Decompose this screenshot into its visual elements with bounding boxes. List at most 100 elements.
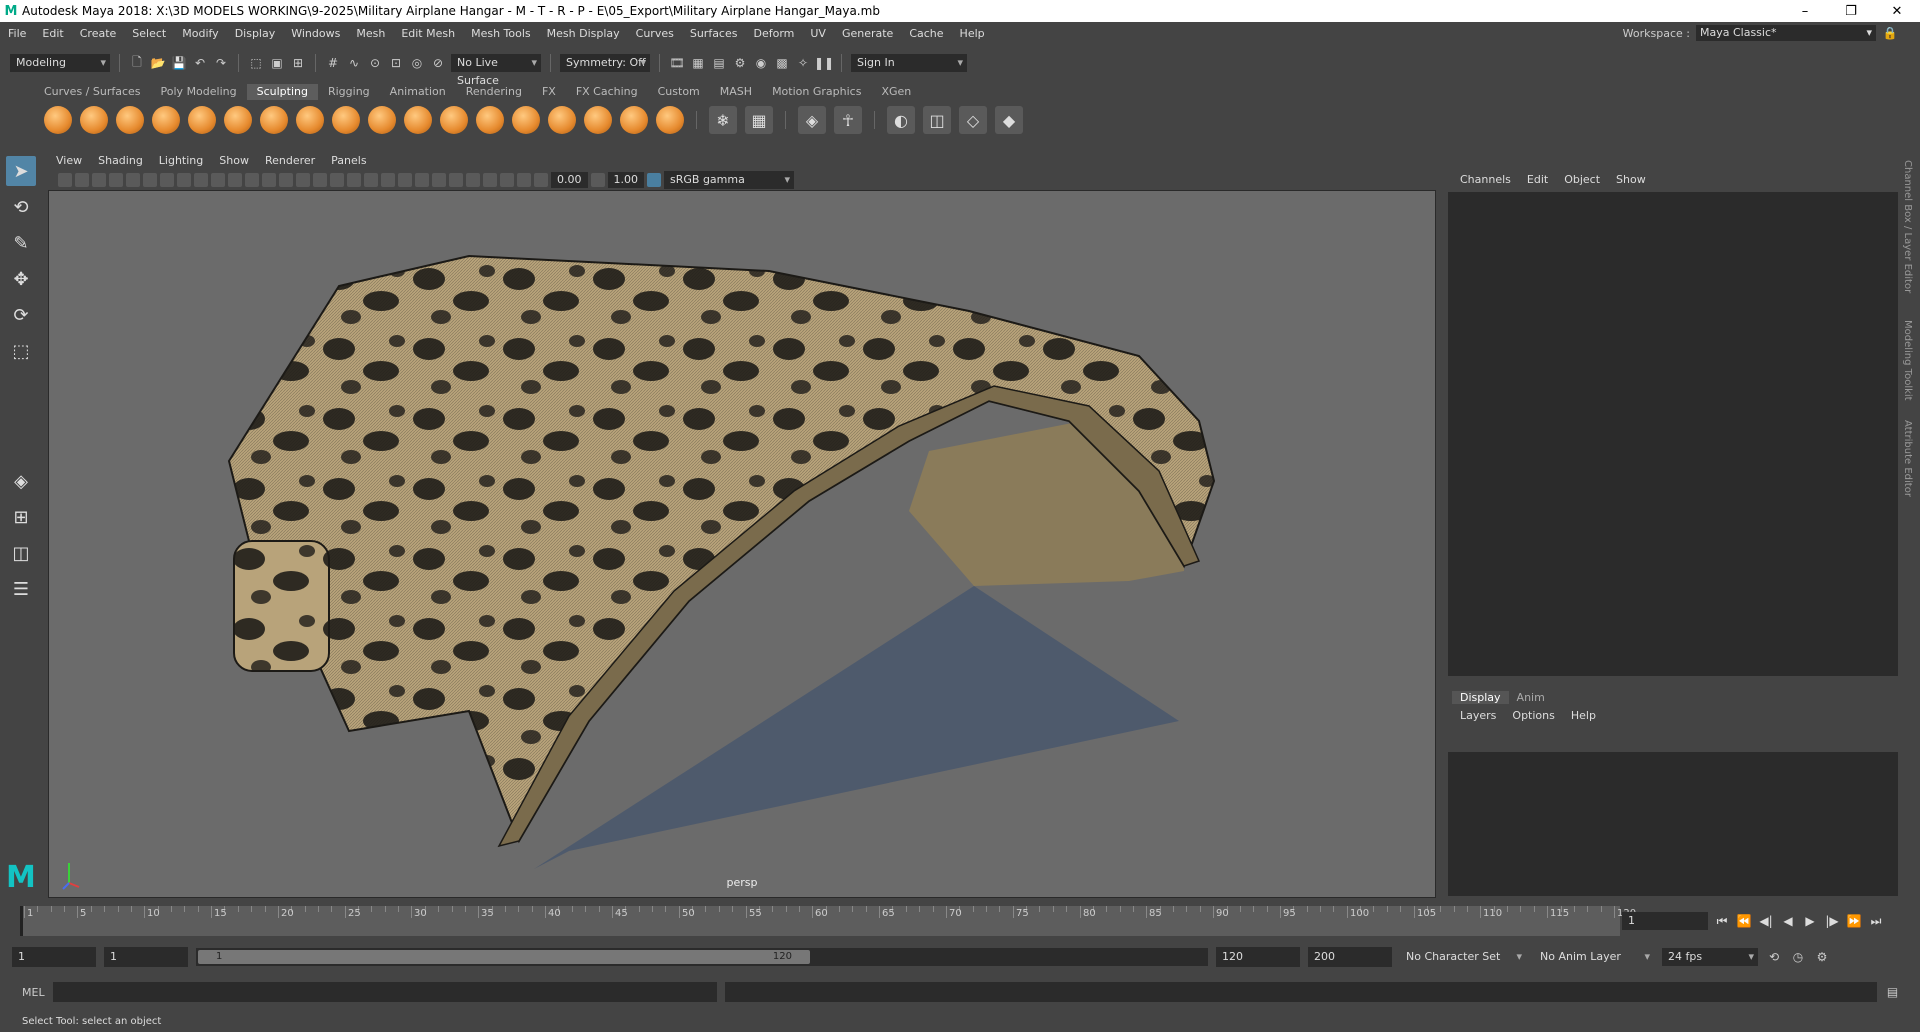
menu-mesh-display[interactable]: Mesh Display [539,27,628,40]
close-icon[interactable]: ✕ [1874,0,1920,22]
redo-icon[interactable]: ↷ [213,55,229,71]
viewport-menu-view[interactable]: View [48,154,90,167]
layers-menu[interactable]: Layers [1452,709,1504,722]
grid-icon[interactable] [160,173,174,187]
menu-deform[interactable]: Deform [745,27,802,40]
smooth-shade-icon[interactable] [296,173,310,187]
field-chart-icon[interactable] [228,173,242,187]
knife-tool-icon[interactable] [512,106,540,134]
flatten-tool-icon[interactable] [224,106,252,134]
shelf-tab-fx[interactable]: FX [532,84,566,100]
range-slider[interactable]: 1 120 [198,950,810,964]
wireframe-on-shaded-icon[interactable] [330,173,344,187]
foamy-tool-icon[interactable] [260,106,288,134]
undo-icon[interactable]: ↶ [192,55,208,71]
safe-action-icon[interactable] [245,173,259,187]
blend-shape-icon[interactable]: ◈ [798,106,826,134]
shrink-wrap-icon[interactable]: ◇ [959,106,987,134]
layer-list[interactable] [1448,752,1898,896]
help-menu[interactable]: Help [1563,709,1604,722]
viewport-menu-shading[interactable]: Shading [90,154,151,167]
menu-select[interactable]: Select [124,27,174,40]
light-editor-icon[interactable]: ✧ [795,55,811,71]
script-editor-icon[interactable]: ▤ [1885,984,1901,1000]
render-frame-icon[interactable]: ▦ [690,55,706,71]
shelf-tab-animation[interactable]: Animation [380,84,456,100]
save-scene-icon[interactable]: 💾 [171,55,187,71]
channels-menu[interactable]: Channels [1452,173,1519,186]
convert-freeze-icon[interactable]: ❄ [709,106,737,134]
motion-blur-icon[interactable] [415,173,429,187]
menu-file[interactable]: File [0,27,34,40]
menu-mesh-tools[interactable]: Mesh Tools [463,27,539,40]
shadows-icon[interactable] [381,173,395,187]
single-view-icon[interactable]: ◈ [6,466,36,496]
relax-tool-icon[interactable] [116,106,144,134]
start-time-field[interactable]: 1 [12,947,96,967]
viewport-menu-panels[interactable]: Panels [323,154,374,167]
textured-icon[interactable] [347,173,361,187]
tab-anim[interactable]: Anim [1509,691,1553,704]
spray-tool-icon[interactable] [296,106,324,134]
maximize-icon[interactable]: ❐ [1828,0,1874,22]
tab-display[interactable]: Display [1452,690,1509,704]
live-surface-field[interactable]: No Live Surface [451,54,541,87]
channel-box-area[interactable] [1448,192,1898,676]
gamma-icon[interactable] [590,173,605,187]
menu-windows[interactable]: Windows [283,27,348,40]
mel-label[interactable]: MEL [22,986,45,999]
shelf-tab-xgen[interactable]: XGen [871,84,921,100]
menu-curves[interactable]: Curves [628,27,682,40]
viewport-menu-lighting[interactable]: Lighting [151,154,211,167]
anim-start-field[interactable]: 1 [104,947,188,967]
repeat-tool-icon[interactable] [332,106,360,134]
proximity-wrap-icon[interactable]: ◆ [995,106,1023,134]
go-to-start-icon[interactable]: ⏮ [1714,913,1730,929]
amplify-tool-icon[interactable] [620,106,648,134]
shelf-tab-curves-surfaces[interactable]: Curves / Surfaces [34,84,151,100]
sculpt-tool-icon[interactable] [44,106,72,134]
viewport-persp[interactable]: persp [48,190,1436,898]
color-space-dropdown[interactable]: sRGB gamma [664,171,794,189]
outliner-layout-icon[interactable]: ☰ [6,574,36,604]
wireframe-icon[interactable] [279,173,293,187]
step-forward-key-icon[interactable]: ⏩ [1846,913,1862,929]
viewport-menu-show[interactable]: Show [211,154,257,167]
render-settings-icon[interactable]: ⚙ [732,55,748,71]
use-all-lights-icon[interactable] [364,173,378,187]
sculpt-layer-icon[interactable]: ◫ [923,106,951,134]
mel-input[interactable] [52,982,717,1002]
ipr-render-icon[interactable]: ▤ [711,55,727,71]
current-frame-field[interactable]: 1 [1622,912,1708,930]
snap-surface-icon[interactable]: ◎ [409,55,425,71]
options-menu[interactable]: Options [1504,709,1562,722]
step-forward-frame-icon[interactable]: |▶ [1824,913,1840,929]
open-scene-icon[interactable]: 📂 [150,55,166,71]
gate-mask-icon[interactable] [211,173,225,187]
menu-surfaces[interactable]: Surfaces [682,27,746,40]
character-set-dropdown[interactable]: No Character Set [1400,948,1526,966]
shelf-tab-rendering[interactable]: Rendering [456,84,532,100]
bookmark-icon[interactable] [92,173,106,187]
play-backward-icon[interactable]: ◀ [1780,913,1796,929]
freeze-tool-icon[interactable] [656,106,684,134]
menu-display[interactable]: Display [227,27,284,40]
pinch-tool-icon[interactable] [188,106,216,134]
pause-icon[interactable]: ❚❚ [814,55,834,71]
rotate-tool-icon[interactable]: ⟳ [6,300,36,330]
menu-help[interactable]: Help [952,27,993,40]
xray-joints-icon[interactable] [500,173,514,187]
shelf-tab-rigging[interactable]: Rigging [318,84,380,100]
menu-cache[interactable]: Cache [901,27,951,40]
two-view-icon[interactable]: ◫ [6,538,36,568]
bulge-tool-icon[interactable] [584,106,612,134]
snap-point-icon[interactable]: ⊙ [367,55,383,71]
side-tab-modeling-toolkit[interactable]: Modeling Toolkit [1902,320,1913,401]
show-menu[interactable]: Show [1608,173,1654,186]
menuset-dropdown[interactable]: Modeling [10,54,110,72]
fill-tool-icon[interactable] [476,106,504,134]
menu-modify[interactable]: Modify [174,27,226,40]
symmetry-dropdown[interactable]: Symmetry: Off [560,54,650,72]
auto-key-icon[interactable]: ◷ [1790,949,1806,965]
select-hierarchy-icon[interactable]: ⬚ [248,55,264,71]
